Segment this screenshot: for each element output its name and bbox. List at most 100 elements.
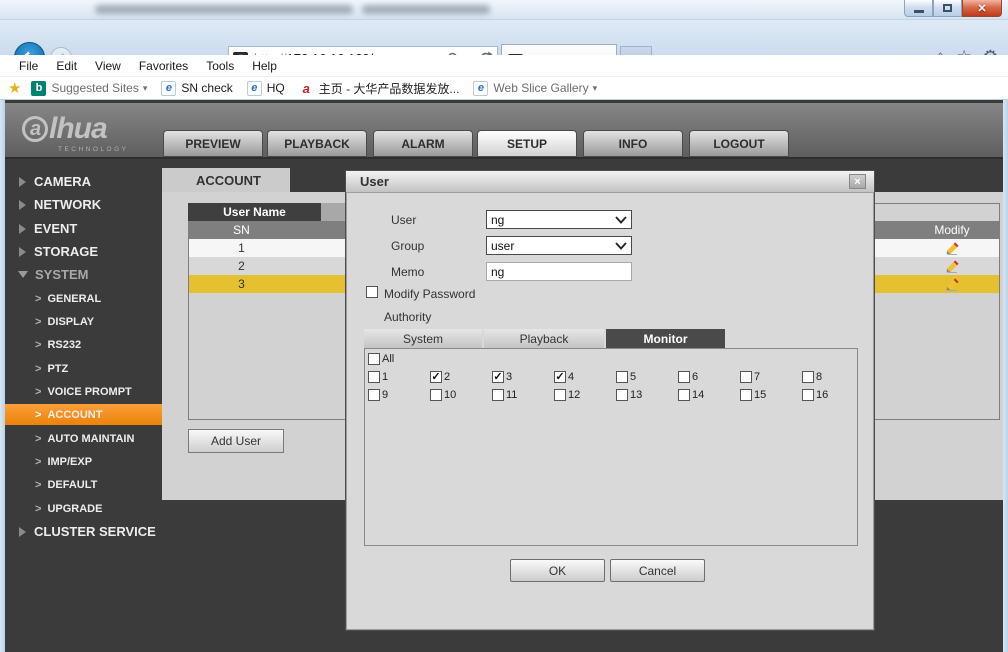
channel-8[interactable]: 8 [802, 371, 864, 383]
caret-icon: ▾ [593, 83, 598, 94]
nav-tab-setup[interactable]: SETUP [477, 130, 577, 157]
bing-icon: b [31, 81, 46, 96]
favorite-suggested-sites[interactable]: b Suggested Sites▾ [31, 81, 147, 96]
add-favorite-icon[interactable]: ★ [8, 79, 21, 97]
modify-password-label: Modify Password [384, 287, 475, 301]
sidebar-item-storage[interactable]: STORAGE [5, 241, 162, 262]
menu-view[interactable]: View [86, 59, 130, 73]
menu-edit[interactable]: Edit [47, 59, 86, 73]
ok-button[interactable]: OK [510, 559, 605, 582]
channel-4[interactable]: 4 [554, 371, 616, 383]
menu-favorites[interactable]: Favorites [130, 59, 197, 73]
sidebar-item-account[interactable]: >ACCOUNT [5, 404, 162, 425]
sidebar-item-rs232[interactable]: >RS232 [5, 334, 162, 355]
modify-pencil-icon[interactable] [905, 257, 999, 275]
sidebar-item-system[interactable]: SYSTEM [5, 264, 162, 285]
menu-help[interactable]: Help [243, 59, 286, 73]
authority-tab-monitor[interactable]: Monitor [606, 329, 725, 348]
modify-pencil-icon[interactable] [905, 239, 999, 257]
sidebar-item-cluster-service[interactable]: CLUSTER SERVICE [5, 521, 162, 542]
close-icon: ✕ [977, 2, 986, 15]
chevron-right-icon: > [35, 479, 41, 491]
expand-arrow-icon [19, 177, 26, 187]
expand-arrow-icon [19, 200, 26, 210]
channel-all[interactable]: All [368, 353, 430, 365]
ie-icon: e [161, 81, 176, 96]
favorite-web-slice-gallery[interactable]: e Web Slice Gallery▾ [473, 81, 597, 96]
chevron-right-icon: > [35, 433, 41, 445]
restore-button[interactable] [933, 0, 962, 17]
modify-password-checkbox[interactable] [366, 286, 378, 298]
favorite-dahua-home[interactable]: a 主页 - 大华产品数据发放... [299, 80, 460, 97]
sidebar-item-upgrade[interactable]: >UPGRADE [5, 498, 162, 519]
window-titlebar: ✕ [0, 0, 1008, 20]
minimize-icon [914, 10, 924, 13]
channel-13[interactable]: 13 [616, 389, 678, 401]
add-user-button[interactable]: Add User [188, 429, 284, 453]
authority-tab-system[interactable]: System [364, 329, 482, 348]
dialog-close-button[interactable]: × [849, 174, 866, 189]
window-frame-right [1003, 100, 1008, 652]
sidebar-item-ptz[interactable]: >PTZ [5, 358, 162, 379]
window-title-blurred [95, 5, 353, 14]
channel-15[interactable]: 15 [740, 389, 802, 401]
nav-tab-playback[interactable]: PLAYBACK [267, 130, 367, 157]
dialog-titlebar: User × [346, 171, 874, 193]
menu-tools[interactable]: Tools [197, 59, 243, 73]
channel-14[interactable]: 14 [678, 389, 740, 401]
minimize-button[interactable] [904, 0, 933, 17]
menu-file[interactable]: File [10, 59, 47, 73]
channel-16[interactable]: 16 [802, 389, 864, 401]
username-tab[interactable]: User Name [188, 203, 321, 221]
memo-label: Memo [391, 265, 424, 279]
nav-tab-alarm[interactable]: ALARM [373, 130, 473, 157]
chevron-right-icon: > [35, 409, 41, 421]
group-select[interactable]: user [486, 236, 632, 255]
channel-12[interactable]: 12 [554, 389, 616, 401]
favorite-sn-check[interactable]: e SN check [161, 81, 232, 96]
ie-icon: e [247, 81, 262, 96]
channel-2[interactable]: 2 [430, 371, 492, 383]
channel-9[interactable]: 9 [368, 389, 430, 401]
sidebar-item-general[interactable]: >GENERAL [5, 288, 162, 309]
favorites-bar: ★ b Suggested Sites▾ e SN check e HQ a 主… [0, 77, 1008, 100]
account-page-tab[interactable]: ACCOUNT [162, 168, 290, 192]
nav-tab-info[interactable]: INFO [583, 130, 683, 157]
close-window-button[interactable]: ✕ [962, 0, 1002, 17]
channel-7[interactable]: 7 [740, 371, 802, 383]
ie-icon: e [473, 81, 488, 96]
chevron-down-icon [615, 213, 627, 227]
cancel-button[interactable]: Cancel [610, 559, 705, 582]
browser-toolbar: http://172.16.16.123/ ▾ CONFIG × ⌂ ☆ ⚙ [0, 20, 1008, 55]
channel-10[interactable]: 10 [430, 389, 492, 401]
chevron-right-icon: > [35, 363, 41, 375]
channel-6[interactable]: 6 [678, 371, 740, 383]
sidebar-item-imp-exp[interactable]: >IMP/EXP [5, 451, 162, 472]
sidebar-item-camera[interactable]: CAMERA [5, 171, 162, 192]
sidebar-item-voice-prompt[interactable]: >VOICE PROMPT [5, 381, 162, 402]
row-sn: 1 [189, 239, 294, 257]
all-checkbox[interactable] [368, 353, 380, 365]
authority-tab-playback[interactable]: Playback [484, 329, 604, 348]
sidebar-item-display[interactable]: >DISPLAY [5, 311, 162, 332]
dialog-title: User [360, 174, 389, 189]
nav-tab-logout[interactable]: LOGOUT [689, 130, 789, 157]
channel-5[interactable]: 5 [616, 371, 678, 383]
chevron-right-icon: > [35, 339, 41, 351]
nav-tab-preview[interactable]: PREVIEW [163, 130, 263, 157]
channel-11[interactable]: 11 [492, 389, 554, 401]
sidebar-item-auto-maintain[interactable]: >AUTO MAINTAIN [5, 428, 162, 449]
user-select[interactable]: ng [486, 210, 632, 229]
channel-1[interactable]: 1 [368, 371, 430, 383]
channel-3[interactable]: 3 [492, 371, 554, 383]
sidebar-item-event[interactable]: EVENT [5, 218, 162, 239]
expand-arrow-icon [19, 527, 26, 537]
caret-icon: ▾ [143, 83, 148, 94]
sn-column-header: SN [189, 221, 294, 239]
memo-input[interactable]: ng [486, 262, 632, 281]
menu-bar: File Edit View Favorites Tools Help [0, 55, 1008, 77]
sidebar-item-network[interactable]: NETWORK [5, 194, 162, 215]
favorite-hq[interactable]: e HQ [247, 81, 285, 96]
modify-pencil-icon[interactable] [905, 275, 999, 293]
sidebar-item-default[interactable]: >DEFAULT [5, 474, 162, 495]
